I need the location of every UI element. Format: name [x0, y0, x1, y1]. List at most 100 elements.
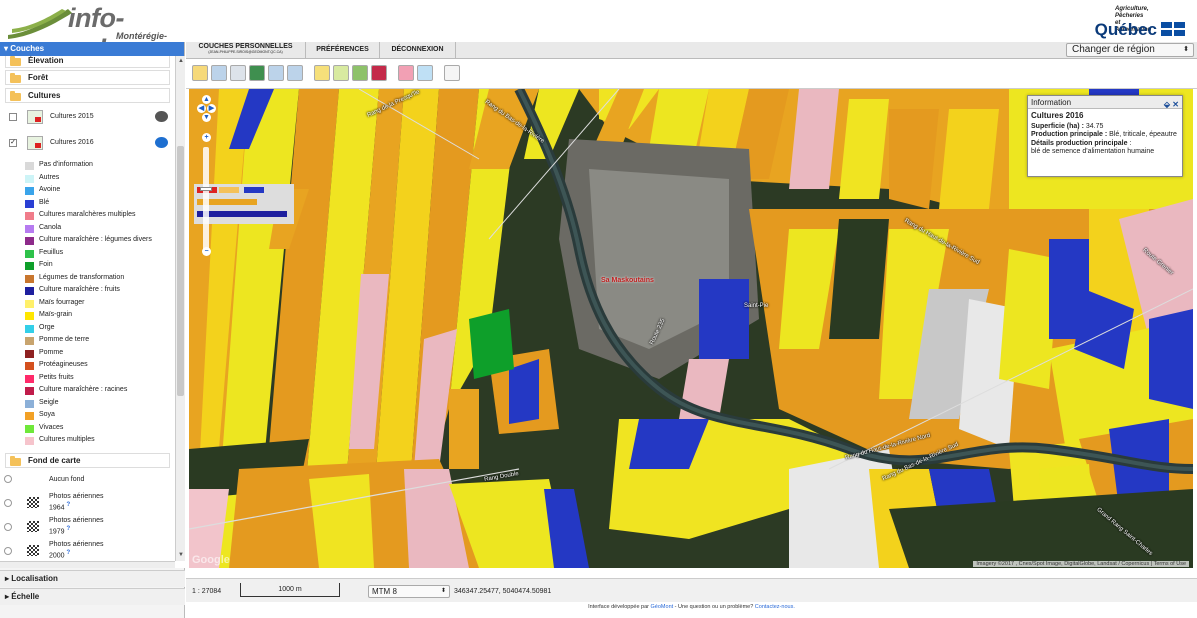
basemap-radio[interactable]	[4, 523, 12, 531]
layer-cultures-2016[interactable]: ✓ Cultures 2016	[5, 133, 170, 155]
zoom-box-icon[interactable]	[211, 65, 227, 81]
legend-swatch	[25, 199, 34, 208]
government-logo[interactable]: Agriculture, Pêcheries et Alimentation Q…	[1065, 6, 1185, 39]
region-select[interactable]: Changer de région	[1066, 43, 1194, 57]
legend-label: Soya	[39, 411, 55, 418]
help-icon: ?	[66, 550, 71, 556]
legend-label: Feuillus	[39, 248, 64, 256]
basemap-radio[interactable]	[4, 499, 12, 507]
comment-icon[interactable]	[155, 111, 168, 122]
group-fond-de-carte[interactable]: Fond de carte	[5, 453, 170, 468]
pan-west-icon[interactable]: ◀	[197, 104, 206, 113]
legend-label: Maïs-grain	[39, 311, 73, 318]
basemap-radio[interactable]	[4, 547, 12, 555]
app-logo[interactable]: info-sols.ca Montérégie-Est	[6, 3, 176, 64]
measure-area-icon[interactable]	[333, 65, 349, 81]
layers-panel-header[interactable]: ▾ Couches	[0, 42, 184, 56]
legend-swatch	[25, 287, 34, 295]
map-statusbar: 1 : 27084 1000 m MTM 8 346347.25477, 504…	[186, 578, 1197, 602]
pan-east-icon[interactable]: ▶	[207, 104, 216, 113]
layers-tree: Élevation Forêt Cultures Cultures 2015 ✓…	[0, 56, 185, 568]
info-superficie: Superficie (ha) : 34.75	[1031, 122, 1104, 130]
profile-icon[interactable]	[352, 65, 368, 81]
print-pdf-icon[interactable]	[444, 65, 460, 81]
legend-swatch	[25, 274, 34, 283]
zoom-slider-handle[interactable]	[200, 187, 212, 191]
legend-label: Avoine	[39, 186, 61, 193]
legend-swatch	[25, 337, 34, 345]
zoom-out-icon[interactable]	[287, 65, 303, 81]
group-cultures[interactable]: Cultures	[5, 88, 170, 103]
basemap-label: Aucun fond	[49, 476, 85, 483]
legend-swatch	[25, 312, 34, 320]
place-label: Saint-Pie	[744, 303, 769, 309]
zoom-in-icon[interactable]	[268, 65, 284, 81]
legend-item: Foin	[25, 261, 175, 271]
pan-tool-icon[interactable]	[192, 65, 208, 81]
comment-icon[interactable]	[155, 137, 168, 148]
legend-label: Foin	[39, 261, 53, 268]
scroll-up-icon[interactable]: ▲	[177, 57, 185, 65]
identify-icon[interactable]	[398, 65, 414, 81]
legend-item: Maïs fourrager	[25, 299, 175, 309]
legend-swatch	[25, 387, 34, 395]
pin-icon[interactable]: ⬙	[1164, 100, 1170, 109]
zoom-out-icon[interactable]: −	[202, 247, 211, 256]
basemap-radio[interactable]	[4, 475, 12, 483]
scroll-down-icon[interactable]: ▼	[177, 551, 185, 559]
folder-icon	[10, 73, 21, 83]
sidebar-hscrollbar[interactable]	[0, 561, 175, 568]
legend-item: Petits fruits	[25, 374, 175, 384]
legend-item: Pomme de terre	[25, 336, 175, 346]
pan-north-icon[interactable]: ▲	[202, 95, 211, 104]
map-attribution[interactable]: Imagery ©2017 , Cnes/Spot Image, Digital…	[973, 561, 1189, 567]
globe-icon[interactable]	[249, 65, 265, 81]
tab-preferences[interactable]: PRÉFÉRENCES	[306, 42, 380, 59]
legend-item: Pas d'information	[25, 161, 175, 171]
info-title: Cultures 2016	[1031, 111, 1084, 120]
contact-link[interactable]: Contactez-nous.	[755, 604, 795, 610]
layer-checkbox[interactable]: ✓	[9, 139, 17, 147]
layer-checkbox[interactable]	[9, 113, 17, 121]
tab-couches-personnelles[interactable]: COUCHES PERSONNELLES (JEAN-PHILIPPE.SIRO…	[186, 42, 306, 59]
legend-swatch	[25, 399, 34, 408]
information-popup: Information ⬙ ✕ Cultures 2016 Superficie…	[1027, 95, 1183, 177]
zoom-slider[interactable]	[200, 147, 212, 255]
map-navigation: ▲ ◀ ▶ ▼ + −	[197, 95, 221, 265]
tab-label: COUCHES PERSONNELLES	[198, 43, 293, 50]
layer-label: Cultures 2015	[50, 113, 94, 120]
map-view[interactable]: Rang de la Presqu'île Rang du Bas-de-la-…	[189, 89, 1193, 568]
legend-swatch	[25, 187, 34, 195]
legend-swatch	[25, 424, 34, 433]
group-elevation[interactable]: Élevation	[5, 56, 170, 68]
water-drop-icon[interactable]	[417, 65, 433, 81]
legend-swatch	[25, 412, 34, 420]
info-production: Production principale : Blé, triticale, …	[1031, 131, 1177, 138]
legend-swatch	[25, 237, 34, 245]
projection-select[interactable]: MTM 8	[368, 585, 450, 598]
bookmark-icon[interactable]	[230, 65, 246, 81]
legend-item: Feuillus	[25, 249, 175, 259]
close-icon[interactable]: ✕	[1172, 100, 1179, 109]
layer-cultures-2015[interactable]: Cultures 2015	[5, 107, 170, 129]
photo-icon	[27, 497, 39, 508]
legend-item: Seigle	[25, 399, 175, 409]
pan-south-icon[interactable]: ▼	[202, 113, 211, 122]
geomont-link[interactable]: GéoMont	[651, 604, 674, 610]
legend-swatch	[25, 437, 34, 445]
top-menu-bar: COUCHES PERSONNELLES (JEAN-PHILIPPE.SIRO…	[186, 42, 1197, 59]
legend-item: Maïs-grain	[25, 311, 175, 321]
tab-deconnexion[interactable]: DÉCONNEXION	[380, 42, 456, 59]
sidebar-scrollbar[interactable]: ▲ ▼	[175, 56, 185, 561]
info-details: Détails production principale : blé de se…	[1031, 139, 1155, 156]
zoom-in-icon[interactable]: +	[202, 133, 211, 142]
locate-icon[interactable]	[371, 65, 387, 81]
legend-item: Blé	[25, 199, 175, 209]
measure-line-icon[interactable]	[314, 65, 330, 81]
group-label: Forêt	[28, 73, 48, 82]
scroll-thumb[interactable]	[177, 146, 184, 396]
localisation-panel[interactable]: ▸ Localisation	[0, 570, 185, 587]
legend-label: Cultures maraîchères multiples	[39, 211, 136, 218]
echelle-panel[interactable]: ▸ Échelle	[0, 588, 185, 605]
group-foret[interactable]: Forêt	[5, 70, 170, 85]
